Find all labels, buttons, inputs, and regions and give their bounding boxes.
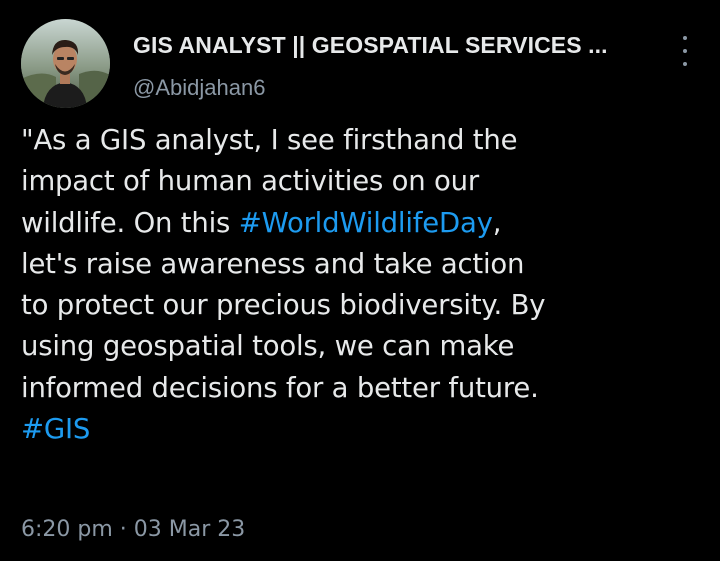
author-handle[interactable]: @Abidjahan6: [133, 75, 265, 101]
more-vertical-icon[interactable]: [676, 36, 694, 66]
hashtag-link[interactable]: #GIS: [21, 413, 90, 445]
tweet-text-line: #GIS: [21, 409, 711, 450]
tweet-text-segment: let's raise awareness and take action: [21, 247, 525, 280]
tweet-text-segment: informed decisions for a better future.: [21, 371, 539, 404]
more-dot: [683, 36, 687, 40]
tweet-text-segment: to protect our precious biodiversity. By: [21, 289, 546, 322]
tweet-text-line: impact of human activities on our: [21, 161, 711, 202]
profile-photo-icon: [21, 19, 110, 108]
tweet-text-segment: wildlife. On this: [21, 206, 239, 239]
tweet-card: GIS ANALYST || GEOSPATIAL SERVICES ... @…: [0, 0, 720, 561]
tweet-text-line: to protect our precious biodiversity. By: [21, 285, 711, 326]
tweet-text-segment: ,: [492, 206, 502, 239]
hashtag-link[interactable]: #WorldWildlifeDay: [239, 207, 493, 239]
tweet-text-segment: impact of human activities on our: [21, 165, 479, 198]
tweet-text-segment: "As a GIS analyst, I see firsthand the: [21, 124, 518, 156]
tweet-text-line: using geospatial tools, we can make: [21, 326, 711, 367]
tweet-timestamp[interactable]: 6:20 pm · 03 Mar 23: [21, 517, 245, 542]
tweet-text-line: "As a GIS analyst, I see firsthand the: [21, 120, 711, 161]
tweet-text: "As a GIS analyst, I see firsthand the im…: [21, 120, 711, 450]
more-dot: [683, 62, 687, 66]
tweet-text-segment: using geospatial tools, we can make: [21, 330, 515, 363]
more-dot: [683, 49, 687, 53]
avatar[interactable]: [21, 19, 110, 108]
author-display-name[interactable]: GIS ANALYST || GEOSPATIAL SERVICES ...: [133, 32, 608, 59]
tweet-text-line: wildlife. On this #WorldWildlifeDay,: [21, 203, 711, 244]
tweet-text-line: informed decisions for a better future.: [21, 368, 711, 409]
tweet-text-line: let's raise awareness and take action: [21, 244, 711, 285]
